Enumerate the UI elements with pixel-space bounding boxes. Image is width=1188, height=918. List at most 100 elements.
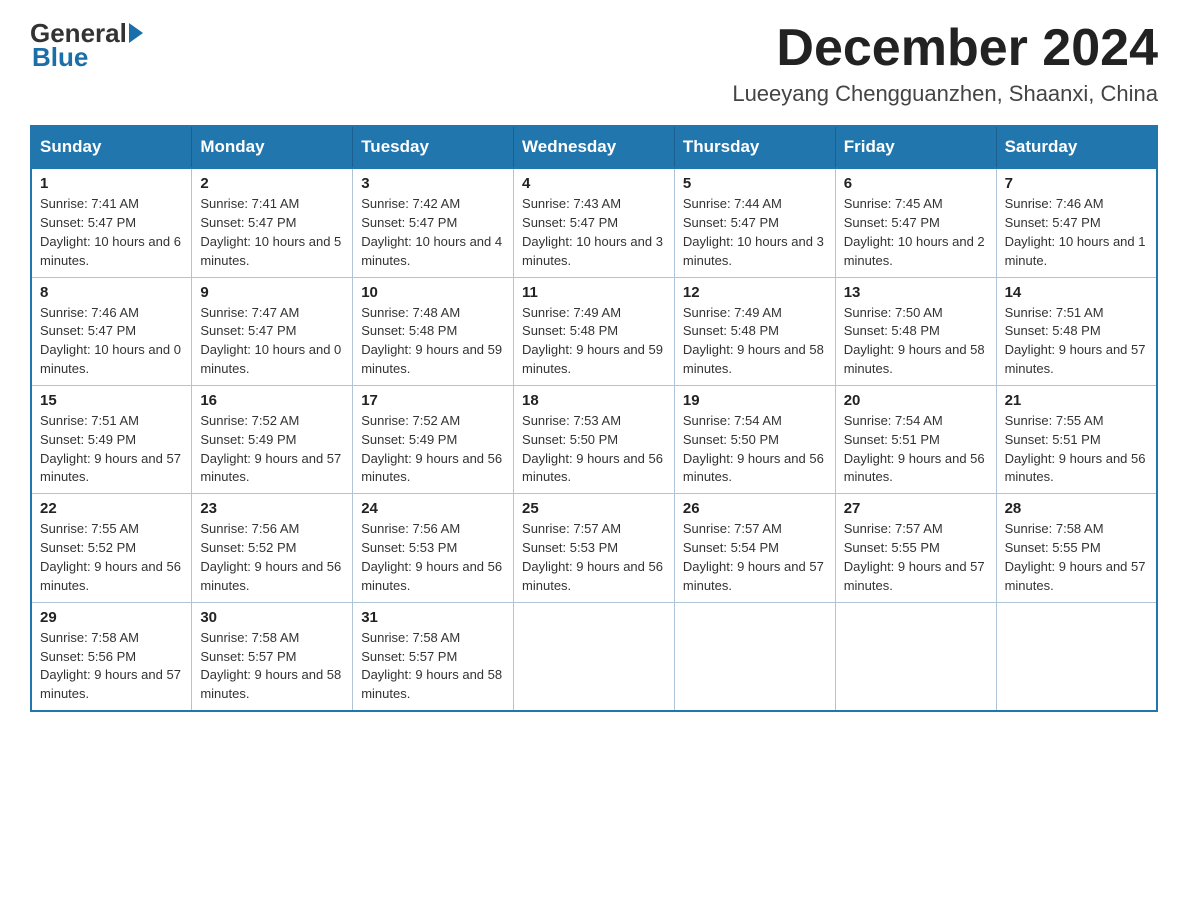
day-info: Sunrise: 7:49 AMSunset: 5:48 PMDaylight:… [683,304,827,379]
day-info: Sunrise: 7:58 AMSunset: 5:56 PMDaylight:… [40,629,183,704]
table-row: 26Sunrise: 7:57 AMSunset: 5:54 PMDayligh… [674,494,835,602]
day-info: Sunrise: 7:52 AMSunset: 5:49 PMDaylight:… [361,412,505,487]
table-row: 2 Sunrise: 7:41 AMSunset: 5:47 PMDaylight… [192,168,353,277]
day-info: Sunrise: 7:44 AMSunset: 5:47 PMDaylight:… [683,195,827,270]
col-monday: Monday [192,126,353,168]
col-thursday: Thursday [674,126,835,168]
table-row: 10 Sunrise: 7:48 AMSunset: 5:48 PMDayligh… [353,277,514,385]
table-row: 28 Sunrise: 7:58 AMSunset: 5:55 PMDayligh… [996,494,1157,602]
table-row: 3 Sunrise: 7:42 AMSunset: 5:47 PMDaylight… [353,168,514,277]
calendar-week-row: 1 Sunrise: 7:41 AMSunset: 5:47 PMDaylight… [31,168,1157,277]
day-info: Sunrise: 7:55 AMSunset: 5:51 PMDaylight:… [1005,412,1148,487]
day-info: Sunrise: 7:43 AMSunset: 5:47 PMDaylight:… [522,195,666,270]
col-saturday: Saturday [996,126,1157,168]
day-number: 19 [683,392,827,409]
day-info: Sunrise: 7:54 AMSunset: 5:50 PMDaylight:… [683,412,827,487]
day-number: 6 [844,175,988,192]
table-row: 19 Sunrise: 7:54 AMSunset: 5:50 PMDayligh… [674,385,835,493]
calendar-week-row: 22Sunrise: 7:55 AMSunset: 5:52 PMDayligh… [31,494,1157,602]
day-info: Sunrise: 7:57 AMSunset: 5:54 PMDaylight:… [683,520,827,595]
table-row: 16 Sunrise: 7:52 AMSunset: 5:49 PMDayligh… [192,385,353,493]
day-info: Sunrise: 7:51 AMSunset: 5:49 PMDaylight:… [40,412,183,487]
day-number: 7 [1005,175,1148,192]
day-info: Sunrise: 7:58 AMSunset: 5:57 PMDaylight:… [200,629,344,704]
table-row: 24Sunrise: 7:56 AMSunset: 5:53 PMDayligh… [353,494,514,602]
logo-arrow-icon [129,23,143,43]
day-info: Sunrise: 7:50 AMSunset: 5:48 PMDaylight:… [844,304,988,379]
day-info: Sunrise: 7:58 AMSunset: 5:55 PMDaylight:… [1005,520,1148,595]
table-row: 6 Sunrise: 7:45 AMSunset: 5:47 PMDaylight… [835,168,996,277]
day-number: 2 [200,175,344,192]
logo: General Blue [30,20,145,73]
day-number: 27 [844,500,988,517]
table-row: 1Sunrise: 7:41 AMSunset: 5:47 PMDaylight… [31,168,192,277]
day-number: 15 [40,392,183,409]
table-row: 20 Sunrise: 7:54 AMSunset: 5:51 PMDayligh… [835,385,996,493]
day-number: 1 [40,175,183,192]
day-info: Sunrise: 7:48 AMSunset: 5:48 PMDaylight:… [361,304,505,379]
day-info: Sunrise: 7:52 AMSunset: 5:49 PMDaylight:… [200,412,344,487]
col-friday: Friday [835,126,996,168]
day-number: 12 [683,284,827,301]
logo-blue: Blue [32,42,88,73]
table-row: 8Sunrise: 7:46 AMSunset: 5:47 PMDaylight… [31,277,192,385]
table-row: 7Sunrise: 7:46 AMSunset: 5:47 PMDaylight… [996,168,1157,277]
table-row [996,602,1157,711]
calendar-week-row: 29 Sunrise: 7:58 AMSunset: 5:56 PMDayligh… [31,602,1157,711]
table-row: 12 Sunrise: 7:49 AMSunset: 5:48 PMDayligh… [674,277,835,385]
day-number: 11 [522,284,666,301]
table-row: 31Sunrise: 7:58 AMSunset: 5:57 PMDayligh… [353,602,514,711]
day-info: Sunrise: 7:41 AMSunset: 5:47 PMDaylight:… [200,195,344,270]
day-number: 13 [844,284,988,301]
table-row: 22Sunrise: 7:55 AMSunset: 5:52 PMDayligh… [31,494,192,602]
table-row: 17 Sunrise: 7:52 AMSunset: 5:49 PMDayligh… [353,385,514,493]
day-number: 29 [40,609,183,626]
table-row [514,602,675,711]
day-number: 30 [200,609,344,626]
table-row: 4 Sunrise: 7:43 AMSunset: 5:47 PMDaylight… [514,168,675,277]
calendar-table: Sunday Monday Tuesday Wednesday Thursday… [30,125,1158,712]
table-row [674,602,835,711]
day-number: 25 [522,500,666,517]
table-row: 15 Sunrise: 7:51 AMSunset: 5:49 PMDayligh… [31,385,192,493]
day-info: Sunrise: 7:45 AMSunset: 5:47 PMDaylight:… [844,195,988,270]
day-number: 14 [1005,284,1148,301]
day-number: 18 [522,392,666,409]
table-row: 21 Sunrise: 7:55 AMSunset: 5:51 PMDayligh… [996,385,1157,493]
day-number: 8 [40,284,183,301]
calendar-week-row: 8Sunrise: 7:46 AMSunset: 5:47 PMDaylight… [31,277,1157,385]
day-info: Sunrise: 7:57 AMSunset: 5:53 PMDaylight:… [522,520,666,595]
day-number: 9 [200,284,344,301]
table-row: 14Sunrise: 7:51 AMSunset: 5:48 PMDayligh… [996,277,1157,385]
day-number: 23 [200,500,344,517]
day-number: 20 [844,392,988,409]
day-info: Sunrise: 7:49 AMSunset: 5:48 PMDaylight:… [522,304,666,379]
day-info: Sunrise: 7:58 AMSunset: 5:57 PMDaylight:… [361,629,505,704]
table-row: 9 Sunrise: 7:47 AMSunset: 5:47 PMDaylight… [192,277,353,385]
day-number: 3 [361,175,505,192]
day-info: Sunrise: 7:42 AMSunset: 5:47 PMDaylight:… [361,195,505,270]
day-number: 5 [683,175,827,192]
day-number: 16 [200,392,344,409]
table-row: 11 Sunrise: 7:49 AMSunset: 5:48 PMDayligh… [514,277,675,385]
day-number: 4 [522,175,666,192]
day-number: 17 [361,392,505,409]
table-row: 23 Sunrise: 7:56 AMSunset: 5:52 PMDayligh… [192,494,353,602]
day-number: 22 [40,500,183,517]
table-row: 13 Sunrise: 7:50 AMSunset: 5:48 PMDayligh… [835,277,996,385]
col-tuesday: Tuesday [353,126,514,168]
table-row: 25 Sunrise: 7:57 AMSunset: 5:53 PMDayligh… [514,494,675,602]
day-info: Sunrise: 7:54 AMSunset: 5:51 PMDaylight:… [844,412,988,487]
day-info: Sunrise: 7:57 AMSunset: 5:55 PMDaylight:… [844,520,988,595]
calendar-week-row: 15 Sunrise: 7:51 AMSunset: 5:49 PMDayligh… [31,385,1157,493]
day-info: Sunrise: 7:56 AMSunset: 5:52 PMDaylight:… [200,520,344,595]
table-row: 30 Sunrise: 7:58 AMSunset: 5:57 PMDayligh… [192,602,353,711]
day-number: 21 [1005,392,1148,409]
day-number: 10 [361,284,505,301]
col-sunday: Sunday [31,126,192,168]
day-info: Sunrise: 7:47 AMSunset: 5:47 PMDaylight:… [200,304,344,379]
table-row: 29 Sunrise: 7:58 AMSunset: 5:56 PMDayligh… [31,602,192,711]
calendar-header-row: Sunday Monday Tuesday Wednesday Thursday… [31,126,1157,168]
location-title: Lueeyang Chengguanzhen, Shaanxi, China [732,81,1158,107]
day-number: 28 [1005,500,1148,517]
